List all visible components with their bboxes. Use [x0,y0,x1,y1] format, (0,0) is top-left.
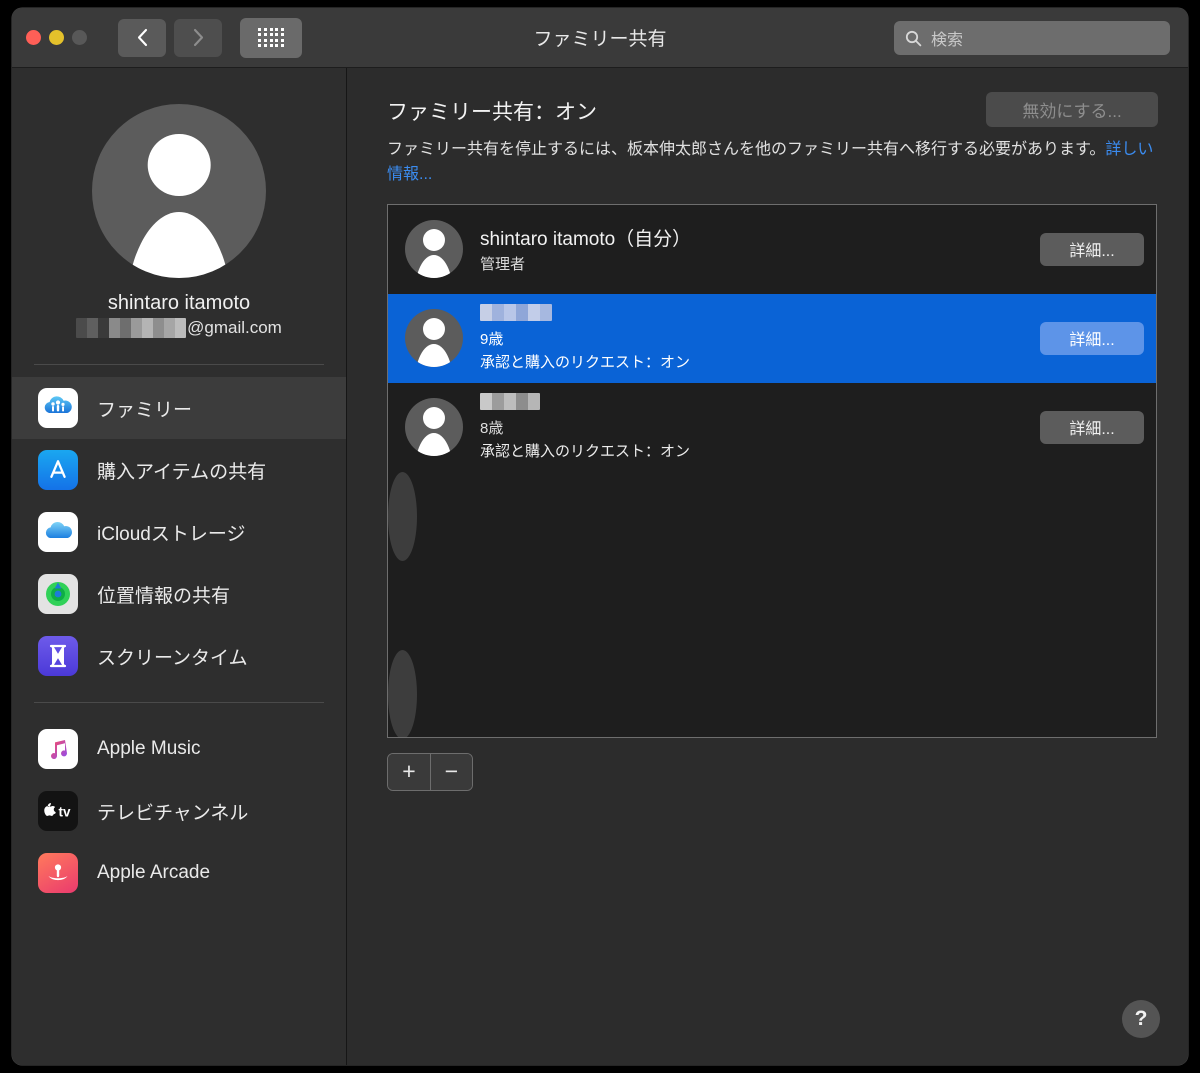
profile-email: @gmail.com [76,318,282,338]
member-name: shintaro itamoto（自分） [480,229,692,251]
sidebar: shintaro itamoto @gmail.com ファミリー 購入アイテム… [12,68,347,1065]
avatar-head-shape [422,407,446,430]
add-member-button[interactable]: + [388,753,430,790]
avatar-body-shape [125,211,233,278]
sidebar-item-apple-music[interactable]: Apple Music [12,718,346,780]
member-age: 8歳 [480,420,504,438]
member-ask-to-buy: 承認と購入のリクエスト：オン [480,354,691,372]
avatar-head-shape [422,318,446,341]
sidebar-item-icloud-storage[interactable]: iCloudストレージ [12,501,346,563]
sidebar-item-label: Apple Arcade [97,862,211,883]
profile-header: shintaro itamoto @gmail.com [12,68,346,338]
redacted-member-name [480,304,552,322]
sidebar-item-family[interactable]: ファミリー [12,377,346,439]
sidebar-item-screen-time[interactable]: スクリーンタイム [12,625,346,687]
sidebar-nav-primary: ファミリー 購入アイテムの共有 iCloudストレージ 位置情報の共有 スクリー… [12,377,346,687]
member-avatar [405,309,463,368]
avatar-body-shape [414,343,454,368]
show-all-button[interactable] [240,17,302,58]
sidebar-item-purchase-sharing[interactable]: 購入アイテムの共有 [12,439,346,501]
table-row-empty [388,471,417,561]
sidebar-item-label: ファミリー [97,399,193,421]
redacted-member-name [480,393,540,411]
chevron-right-icon [193,28,203,47]
member-details-button[interactable]: 詳細... [1040,410,1144,444]
svg-text:tv: tv [59,805,71,820]
member-info: 8歳 承認と購入のリクエスト：オン [480,393,1040,461]
member-avatar [405,220,463,279]
sidebar-group-divider [34,702,324,703]
sidebar-item-tv-channels[interactable]: tv テレビチャンネル [12,780,346,842]
table-row[interactable]: 8歳 承認と購入のリクエスト：オン 詳細... [388,382,1156,472]
page-title: ファミリー共有：オン [387,101,597,124]
member-info: shintaro itamoto（自分） 管理者 [480,224,1040,274]
apple-arcade-icon [38,853,78,893]
back-button[interactable] [118,18,166,57]
help-button[interactable]: ? [1122,1000,1160,1038]
avatar-body-shape [414,432,454,457]
member-details-button[interactable]: 詳細... [1040,232,1144,266]
sidebar-item-label: スクリーンタイム [97,647,248,669]
sidebar-nav-secondary: Apple Music tv テレビチャンネル Apple Arcade [12,718,346,904]
member-details-button[interactable]: 詳細... [1040,321,1144,355]
member-age: 9歳 [480,331,504,349]
minimize-button[interactable] [49,30,64,45]
apple-music-icon [38,729,78,769]
zoom-button [72,30,87,45]
profile-name: shintaro itamoto [107,292,251,314]
find-my-icon [38,574,78,614]
remove-member-button[interactable]: − [430,753,472,790]
sidebar-item-label: iCloudストレージ [97,523,246,545]
description-text: ファミリー共有を停止するには、板本伸太郎さんを他のファミリー共有へ移行する必要が… [387,141,1106,158]
main-content: ファミリー共有：オン 無効にする... ファミリー共有を停止するには、板本伸太郎… [347,68,1188,1065]
sidebar-item-label: Apple Music [97,738,201,759]
sidebar-item-apple-arcade[interactable]: Apple Arcade [12,842,346,904]
sidebar-item-label: 位置情報の共有 [97,585,231,607]
sidebar-top-divider [34,364,324,365]
table-row[interactable]: 9歳 承認と購入のリクエスト：オン 詳細... [388,293,1156,383]
sidebar-item-location-sharing[interactable]: 位置情報の共有 [12,563,346,625]
member-ask-to-buy: 承認と購入のリクエスト：オン [480,443,691,461]
sidebar-item-label: 購入アイテムの共有 [97,461,267,483]
table-row[interactable]: shintaro itamoto（自分） 管理者 詳細... [388,204,1156,294]
avatar-body-shape [414,254,454,279]
traffic-lights [26,30,87,45]
window-body: shintaro itamoto @gmail.com ファミリー 購入アイテム… [12,68,1188,1065]
profile-email-domain: @gmail.com [187,318,282,337]
navigation-buttons [118,18,222,57]
table-row-empty [388,649,417,737]
search-icon [905,30,922,46]
show-all-grid-icon [258,27,284,48]
family-members-list[interactable]: shintaro itamoto（自分） 管理者 詳細... 9歳 承認と購入の… [387,203,1157,738]
search-placeholder: 検索 [931,32,964,49]
system-preferences-window: ファミリー共有 検索 shintaro itamoto @gmail.com フ… [12,8,1188,1065]
close-button[interactable] [26,30,41,45]
chevron-left-icon [137,28,147,47]
main-header: ファミリー共有：オン 無効にする... [387,92,1158,127]
member-info: 9歳 承認と購入のリクエスト：オン [480,304,1040,372]
family-cloud-icon [38,388,78,428]
icloud-icon [38,512,78,552]
member-avatar [405,398,463,457]
disable-family-sharing-button: 無効にする... [986,92,1158,127]
avatar-head-shape [422,229,446,252]
search-field[interactable]: 検索 [894,21,1170,55]
forward-button [174,18,222,57]
add-remove-member-controls: + − [387,752,473,791]
redacted-email-local-part [76,318,187,338]
app-store-icon [38,450,78,490]
avatar[interactable] [92,104,266,278]
member-role: 管理者 [480,256,526,274]
screen-time-icon [38,636,78,676]
table-row-empty [388,560,1156,650]
sidebar-item-label: テレビチャンネル [97,802,249,824]
apple-tv-icon: tv [38,791,78,831]
avatar-head-shape [147,133,211,197]
title-bar: ファミリー共有 検索 [12,8,1188,68]
page-description: ファミリー共有を停止するには、板本伸太郎さんを他のファミリー共有へ移行する必要が… [387,138,1158,188]
